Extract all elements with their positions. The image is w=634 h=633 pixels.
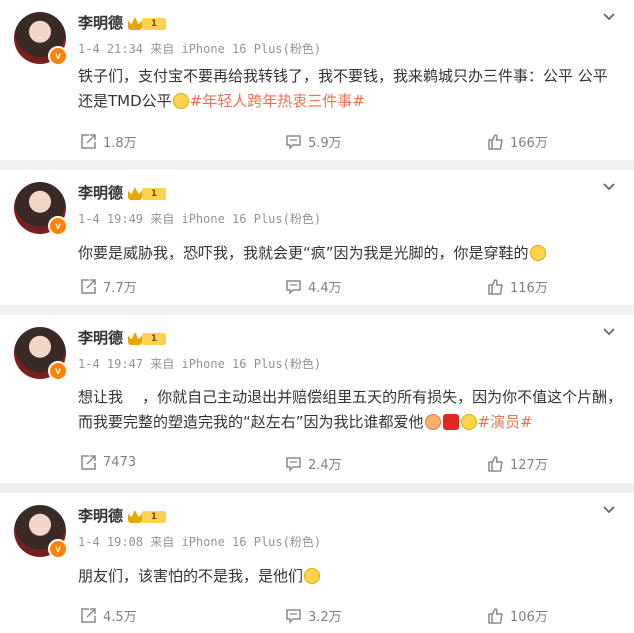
comment-count: 3.2万 xyxy=(308,610,342,625)
content-line: 你要是威胁我，恐吓我，我就会更“疯”因为我是光脚的，你是穿鞋的 xyxy=(78,241,614,266)
share-icon xyxy=(81,134,96,149)
topic-tag[interactable]: #年轻人跨年热衷三件事# xyxy=(190,92,365,110)
comment-count: 5.9万 xyxy=(308,136,342,151)
like-count: 106万 xyxy=(510,610,548,625)
member-crown-icon[interactable]: 1 xyxy=(128,16,168,32)
repost-button[interactable]: 7.7万 xyxy=(80,277,137,296)
post-meta: 1-4 19:49 来自 iPhone 16 Plus(粉色) xyxy=(78,212,322,226)
chevron-down-icon[interactable] xyxy=(602,10,616,24)
like-count: 116万 xyxy=(510,281,548,296)
content-text: 而我要完整的塑造完我的“赵左右”因为我比谁都爱他 xyxy=(78,413,424,431)
content-line: 想让我 ，你就自己主动退出并赔偿组里五天的所有损失，因为你不值这个片酬， xyxy=(78,388,623,406)
post-content: 铁子们，支付宝不要再给我转钱了，我不要钱，我来鹈城只办三件事：公平 公平 还是T… xyxy=(78,64,614,114)
post-meta: 1-4 19:08 来自 iPhone 16 Plus(粉色) xyxy=(78,535,322,549)
thumbs-up-icon xyxy=(488,608,503,624)
content-text: 你要是威胁我，恐吓我，我就会更“疯”因为我是光脚的，你是穿鞋的 xyxy=(78,244,529,262)
like-button[interactable]: 106万 xyxy=(487,606,548,625)
share-icon xyxy=(81,608,96,623)
content-text: 还是TMD公平 xyxy=(78,92,172,110)
post-content: 想让我 ，你就自己主动退出并赔偿组里五天的所有损失，因为你不值这个片酬， 而我要… xyxy=(78,385,623,435)
grin-emoji-icon xyxy=(460,414,477,430)
topic-tag[interactable]: #演员# xyxy=(478,413,533,431)
comment-icon xyxy=(286,457,301,472)
comment-count: 4.4万 xyxy=(308,281,342,296)
member-level: 1 xyxy=(142,511,166,523)
author-name[interactable]: 李明德 xyxy=(78,327,123,348)
member-crown-icon[interactable]: 1 xyxy=(128,509,168,525)
post-meta: 1-4 19:47 来自 iPhone 16 Plus(粉色) xyxy=(78,357,322,371)
comment-button[interactable]: 3.2万 xyxy=(285,606,342,625)
verified-badge-icon: v xyxy=(48,361,68,381)
avatar[interactable]: v xyxy=(14,12,68,66)
chevron-down-icon[interactable] xyxy=(602,503,616,517)
member-level: 1 xyxy=(142,333,166,345)
member-crown-icon[interactable]: 1 xyxy=(128,331,168,347)
like-button[interactable]: 116万 xyxy=(487,277,548,296)
repost-count: 1.8万 xyxy=(103,136,137,151)
like-button[interactable]: 127万 xyxy=(487,454,548,473)
comment-icon xyxy=(286,609,301,624)
comment-button[interactable]: 5.9万 xyxy=(285,132,342,151)
like-count: 127万 xyxy=(510,458,548,473)
action-bar: 1.8万 5.9万 166万 xyxy=(0,132,634,152)
verified-badge-icon: v xyxy=(48,539,68,559)
repost-count: 7473 xyxy=(103,455,137,470)
weibo-post: v 李明德 1 1-4 19:49 来自 iPhone 16 Plus(粉色) … xyxy=(0,170,634,305)
action-bar: 4.5万 3.2万 106万 xyxy=(0,606,634,626)
like-count: 166万 xyxy=(510,136,548,151)
chevron-down-icon[interactable] xyxy=(602,325,616,339)
verified-badge-icon: v xyxy=(48,216,68,236)
thumbs-up-icon xyxy=(488,134,503,150)
repost-count: 7.7万 xyxy=(103,281,137,296)
repost-button[interactable]: 4.5万 xyxy=(80,606,137,625)
like-button[interactable]: 166万 xyxy=(487,132,548,151)
weibo-post: v 李明德 1 1-4 21:34 来自 iPhone 16 Plus(粉色) … xyxy=(0,0,634,160)
post-content: 你要是威胁我，恐吓我，我就会更“疯”因为我是光脚的，你是穿鞋的 xyxy=(78,241,614,266)
content-line: 还是TMD公平 #年轻人跨年热衷三件事# xyxy=(78,89,614,114)
comment-icon xyxy=(286,135,301,150)
weibo-post: v 李明德 1 1-4 19:08 来自 iPhone 16 Plus(粉色) … xyxy=(0,493,634,633)
member-level: 1 xyxy=(142,18,166,30)
author-name[interactable]: 李明德 xyxy=(78,12,123,33)
author-name[interactable]: 李明德 xyxy=(78,505,123,526)
grin-emoji-icon xyxy=(529,245,546,261)
comment-icon xyxy=(286,280,301,295)
content-line: 铁子们，支付宝不要再给我转钱了，我不要钱，我来鹈城只办三件事：公平 公平 xyxy=(78,67,608,85)
repost-count: 4.5万 xyxy=(103,610,137,625)
share-icon xyxy=(81,455,96,470)
chevron-down-icon[interactable] xyxy=(602,180,616,194)
smile-emoji-icon xyxy=(304,568,321,584)
weibo-post: v 李明德 1 1-4 19:47 来自 iPhone 16 Plus(粉色) … xyxy=(0,315,634,483)
action-bar: 7.7万 4.4万 116万 xyxy=(0,277,634,297)
repost-button[interactable]: 7473 xyxy=(80,454,136,471)
verified-badge-icon: v xyxy=(48,46,68,66)
thumbs-up-icon xyxy=(488,279,503,295)
repost-button[interactable]: 1.8万 xyxy=(80,132,137,151)
content-text: 朋友们，该害怕的不是我，是他们 xyxy=(78,567,304,585)
thumbs-up-icon xyxy=(488,456,503,472)
red-envelope-icon xyxy=(442,414,459,430)
share-icon xyxy=(81,279,96,294)
member-level: 1 xyxy=(142,188,166,200)
content-line: 而我要完整的塑造完我的“赵左右”因为我比谁都爱他 #演员# xyxy=(78,410,614,435)
comment-count: 2.4万 xyxy=(308,458,342,473)
action-bar: 7473 2.4万 127万 xyxy=(0,454,634,474)
avatar[interactable]: v xyxy=(14,505,68,559)
comment-button[interactable]: 4.4万 xyxy=(285,277,342,296)
avatar[interactable]: v xyxy=(14,327,68,381)
post-meta: 1-4 21:34 来自 iPhone 16 Plus(粉色) xyxy=(78,42,322,56)
avatar[interactable]: v xyxy=(14,182,68,236)
author-name[interactable]: 李明德 xyxy=(78,182,123,203)
member-crown-icon[interactable]: 1 xyxy=(128,186,168,202)
comment-button[interactable]: 2.4万 xyxy=(285,454,342,473)
heart-eyes-emoji-icon xyxy=(424,414,441,430)
grin-emoji-icon xyxy=(172,93,189,109)
content-line: 朋友们，该害怕的不是我，是他们 xyxy=(78,564,614,589)
post-content: 朋友们，该害怕的不是我，是他们 xyxy=(78,564,614,589)
